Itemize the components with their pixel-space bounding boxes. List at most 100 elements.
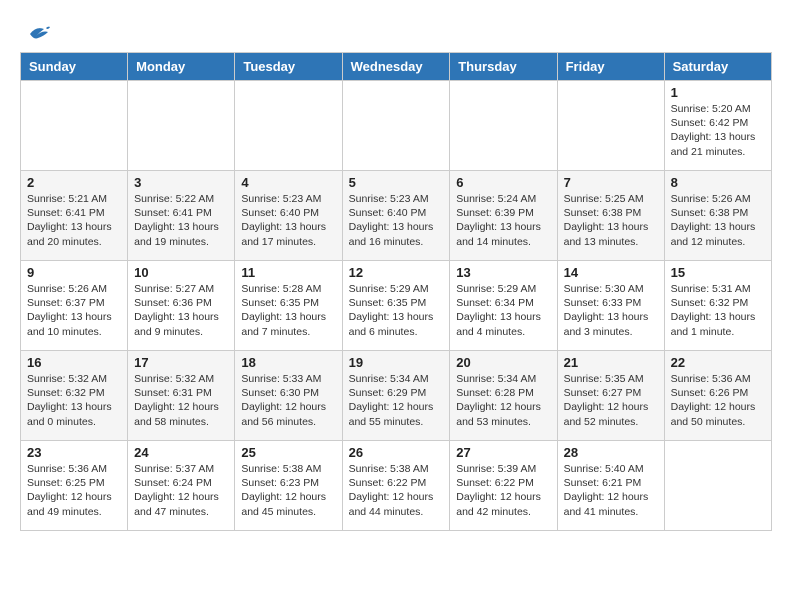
day-info: Sunrise: 5:27 AM Sunset: 6:36 PM Dayligh… xyxy=(134,282,228,339)
table-row: 9 Sunrise: 5:26 AM Sunset: 6:37 PM Daylig… xyxy=(21,261,128,351)
table-row: 5 Sunrise: 5:23 AM Sunset: 6:40 PM Daylig… xyxy=(342,171,450,261)
day-number: 17 xyxy=(134,355,228,370)
table-row xyxy=(664,441,771,531)
day-info: Sunrise: 5:37 AM Sunset: 6:24 PM Dayligh… xyxy=(134,462,228,519)
day-number: 23 xyxy=(27,445,121,460)
table-row: 14 Sunrise: 5:30 AM Sunset: 6:33 PM Dayli… xyxy=(557,261,664,351)
table-row: 3 Sunrise: 5:22 AM Sunset: 6:41 PM Daylig… xyxy=(128,171,235,261)
day-number: 8 xyxy=(671,175,765,190)
table-row: 15 Sunrise: 5:31 AM Sunset: 6:32 PM Dayli… xyxy=(664,261,771,351)
day-info: Sunrise: 5:38 AM Sunset: 6:22 PM Dayligh… xyxy=(349,462,444,519)
page-header xyxy=(20,24,772,42)
day-info: Sunrise: 5:20 AM Sunset: 6:42 PM Dayligh… xyxy=(671,102,765,159)
day-info: Sunrise: 5:23 AM Sunset: 6:40 PM Dayligh… xyxy=(241,192,335,249)
table-row: 17 Sunrise: 5:32 AM Sunset: 6:31 PM Dayli… xyxy=(128,351,235,441)
day-info: Sunrise: 5:28 AM Sunset: 6:35 PM Dayligh… xyxy=(241,282,335,339)
day-info: Sunrise: 5:34 AM Sunset: 6:29 PM Dayligh… xyxy=(349,372,444,429)
table-row: 25 Sunrise: 5:38 AM Sunset: 6:23 PM Dayli… xyxy=(235,441,342,531)
day-number: 12 xyxy=(349,265,444,280)
day-number: 11 xyxy=(241,265,335,280)
day-number: 6 xyxy=(456,175,550,190)
day-info: Sunrise: 5:32 AM Sunset: 6:31 PM Dayligh… xyxy=(134,372,228,429)
day-number: 16 xyxy=(27,355,121,370)
col-thursday: Thursday xyxy=(450,53,557,81)
day-number: 4 xyxy=(241,175,335,190)
day-number: 15 xyxy=(671,265,765,280)
table-row xyxy=(128,81,235,171)
table-row: 18 Sunrise: 5:33 AM Sunset: 6:30 PM Dayli… xyxy=(235,351,342,441)
day-info: Sunrise: 5:34 AM Sunset: 6:28 PM Dayligh… xyxy=(456,372,550,429)
day-info: Sunrise: 5:24 AM Sunset: 6:39 PM Dayligh… xyxy=(456,192,550,249)
table-row xyxy=(557,81,664,171)
table-row: 11 Sunrise: 5:28 AM Sunset: 6:35 PM Dayli… xyxy=(235,261,342,351)
day-number: 28 xyxy=(564,445,658,460)
table-row: 7 Sunrise: 5:25 AM Sunset: 6:38 PM Daylig… xyxy=(557,171,664,261)
calendar-table: Sunday Monday Tuesday Wednesday Thursday… xyxy=(20,52,772,531)
table-row: 28 Sunrise: 5:40 AM Sunset: 6:21 PM Dayli… xyxy=(557,441,664,531)
day-number: 20 xyxy=(456,355,550,370)
table-row: 6 Sunrise: 5:24 AM Sunset: 6:39 PM Daylig… xyxy=(450,171,557,261)
day-info: Sunrise: 5:25 AM Sunset: 6:38 PM Dayligh… xyxy=(564,192,658,249)
day-info: Sunrise: 5:36 AM Sunset: 6:26 PM Dayligh… xyxy=(671,372,765,429)
day-number: 24 xyxy=(134,445,228,460)
table-row: 21 Sunrise: 5:35 AM Sunset: 6:27 PM Dayli… xyxy=(557,351,664,441)
day-number: 22 xyxy=(671,355,765,370)
day-info: Sunrise: 5:22 AM Sunset: 6:41 PM Dayligh… xyxy=(134,192,228,249)
table-row: 16 Sunrise: 5:32 AM Sunset: 6:32 PM Dayli… xyxy=(21,351,128,441)
calendar-header-row: Sunday Monday Tuesday Wednesday Thursday… xyxy=(21,53,772,81)
calendar-body: 1Sunrise: 5:20 AM Sunset: 6:42 PM Daylig… xyxy=(21,81,772,531)
table-row: 26 Sunrise: 5:38 AM Sunset: 6:22 PM Dayli… xyxy=(342,441,450,531)
col-saturday: Saturday xyxy=(664,53,771,81)
day-number: 25 xyxy=(241,445,335,460)
table-row: 2 Sunrise: 5:21 AM Sunset: 6:41 PM Daylig… xyxy=(21,171,128,261)
table-row: 22 Sunrise: 5:36 AM Sunset: 6:26 PM Dayli… xyxy=(664,351,771,441)
day-number: 13 xyxy=(456,265,550,280)
col-friday: Friday xyxy=(557,53,664,81)
day-number: 18 xyxy=(241,355,335,370)
col-tuesday: Tuesday xyxy=(235,53,342,81)
table-row: 20 Sunrise: 5:34 AM Sunset: 6:28 PM Dayli… xyxy=(450,351,557,441)
table-row xyxy=(235,81,342,171)
table-row: 13 Sunrise: 5:29 AM Sunset: 6:34 PM Dayli… xyxy=(450,261,557,351)
day-info: Sunrise: 5:31 AM Sunset: 6:32 PM Dayligh… xyxy=(671,282,765,339)
table-row: 23 Sunrise: 5:36 AM Sunset: 6:25 PM Dayli… xyxy=(21,441,128,531)
day-info: Sunrise: 5:21 AM Sunset: 6:41 PM Dayligh… xyxy=(27,192,121,249)
day-info: Sunrise: 5:35 AM Sunset: 6:27 PM Dayligh… xyxy=(564,372,658,429)
logo-bird-icon xyxy=(22,24,50,46)
table-row: 4 Sunrise: 5:23 AM Sunset: 6:40 PM Daylig… xyxy=(235,171,342,261)
day-number: 3 xyxy=(134,175,228,190)
day-info: Sunrise: 5:26 AM Sunset: 6:37 PM Dayligh… xyxy=(27,282,121,339)
table-row: 8 Sunrise: 5:26 AM Sunset: 6:38 PM Daylig… xyxy=(664,171,771,261)
table-row xyxy=(450,81,557,171)
day-number: 26 xyxy=(349,445,444,460)
logo xyxy=(20,28,50,42)
day-info: Sunrise: 5:23 AM Sunset: 6:40 PM Dayligh… xyxy=(349,192,444,249)
col-wednesday: Wednesday xyxy=(342,53,450,81)
day-info: Sunrise: 5:26 AM Sunset: 6:38 PM Dayligh… xyxy=(671,192,765,249)
table-row: 12 Sunrise: 5:29 AM Sunset: 6:35 PM Dayli… xyxy=(342,261,450,351)
day-number: 7 xyxy=(564,175,658,190)
day-info: Sunrise: 5:40 AM Sunset: 6:21 PM Dayligh… xyxy=(564,462,658,519)
day-number: 19 xyxy=(349,355,444,370)
day-number: 5 xyxy=(349,175,444,190)
day-number: 27 xyxy=(456,445,550,460)
table-row xyxy=(21,81,128,171)
col-monday: Monday xyxy=(128,53,235,81)
day-info: Sunrise: 5:38 AM Sunset: 6:23 PM Dayligh… xyxy=(241,462,335,519)
day-info: Sunrise: 5:33 AM Sunset: 6:30 PM Dayligh… xyxy=(241,372,335,429)
col-sunday: Sunday xyxy=(21,53,128,81)
table-row: 19 Sunrise: 5:34 AM Sunset: 6:29 PM Dayli… xyxy=(342,351,450,441)
table-row: 10Sunrise: 5:27 AM Sunset: 6:36 PM Dayli… xyxy=(128,261,235,351)
day-info: Sunrise: 5:30 AM Sunset: 6:33 PM Dayligh… xyxy=(564,282,658,339)
day-info: Sunrise: 5:39 AM Sunset: 6:22 PM Dayligh… xyxy=(456,462,550,519)
day-number: 2 xyxy=(27,175,121,190)
table-row: 24 Sunrise: 5:37 AM Sunset: 6:24 PM Dayli… xyxy=(128,441,235,531)
day-info: Sunrise: 5:36 AM Sunset: 6:25 PM Dayligh… xyxy=(27,462,121,519)
day-info: Sunrise: 5:29 AM Sunset: 6:34 PM Dayligh… xyxy=(456,282,550,339)
table-row: 27 Sunrise: 5:39 AM Sunset: 6:22 PM Dayli… xyxy=(450,441,557,531)
day-number: 14 xyxy=(564,265,658,280)
day-info: Sunrise: 5:29 AM Sunset: 6:35 PM Dayligh… xyxy=(349,282,444,339)
day-number: 9 xyxy=(27,265,121,280)
day-info: Sunrise: 5:32 AM Sunset: 6:32 PM Dayligh… xyxy=(27,372,121,429)
day-number: 21 xyxy=(564,355,658,370)
